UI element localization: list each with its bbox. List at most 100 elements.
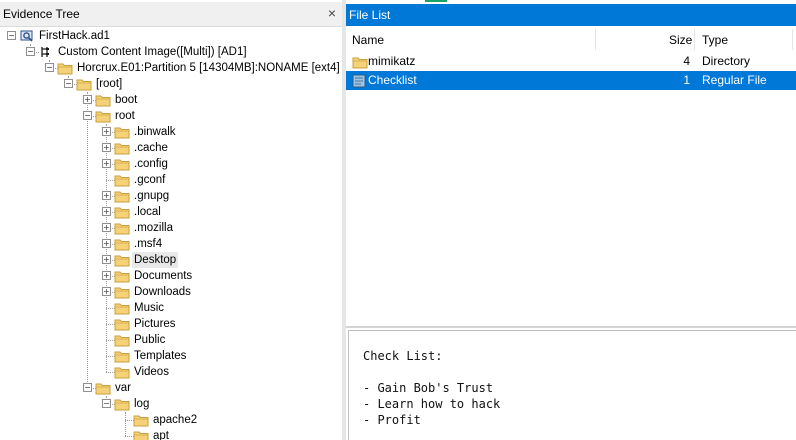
tree-node[interactable]: Pictures bbox=[0, 316, 342, 332]
tree-node-label: FirstHack.ad1 bbox=[39, 30, 110, 42]
expand-toggle-icon[interactable]: + bbox=[102, 143, 111, 152]
expand-toggle-icon[interactable]: + bbox=[83, 95, 92, 104]
disk-image-icon bbox=[41, 47, 49, 57]
column-header-type[interactable]: Type bbox=[702, 33, 728, 47]
folder-icon bbox=[133, 431, 149, 440]
tree-node-label: Downloads bbox=[134, 286, 191, 298]
folder-icon bbox=[114, 239, 130, 251]
folder-icon bbox=[114, 175, 130, 187]
tree-node[interactable]: + .binwalk bbox=[0, 124, 342, 140]
folder-icon bbox=[114, 207, 130, 219]
tree-node[interactable]: + .msf4 bbox=[0, 236, 342, 252]
tree-node[interactable]: − Custom Content Image([Multi]) [AD1] bbox=[0, 44, 342, 60]
tree-node[interactable]: − log bbox=[0, 396, 342, 412]
tree-node[interactable]: + Desktop bbox=[0, 252, 342, 268]
tree-node[interactable]: Templates bbox=[0, 348, 342, 364]
tree-node[interactable]: − [root] bbox=[0, 76, 342, 92]
collapse-toggle-icon[interactable]: − bbox=[83, 111, 92, 120]
file-size: 1 bbox=[683, 73, 690, 87]
folder-icon bbox=[114, 319, 130, 331]
folder-icon bbox=[114, 271, 130, 283]
tree-node-label: Custom Content Image([Multi]) [AD1] bbox=[58, 46, 247, 58]
folder-icon bbox=[114, 367, 130, 379]
column-divider[interactable] bbox=[792, 29, 793, 50]
column-divider[interactable] bbox=[595, 29, 596, 50]
evidence-tree-header: Evidence Tree × bbox=[0, 2, 342, 27]
tree-node-label: apt bbox=[153, 430, 169, 440]
tree-node[interactable]: .gconf bbox=[0, 172, 342, 188]
close-icon[interactable]: × bbox=[328, 5, 336, 21]
tree-node[interactable]: + Downloads bbox=[0, 284, 342, 300]
tree-node-label: .cache bbox=[134, 142, 168, 154]
collapse-toggle-icon[interactable]: − bbox=[64, 79, 73, 88]
evidence-tree-title: Evidence Tree bbox=[3, 7, 80, 21]
tree-node[interactable]: − var bbox=[0, 380, 342, 396]
evidence-tree: − FirstHack.ad1− Custom Content Image([Mul… bbox=[0, 28, 342, 440]
tree-node-label: Desktop bbox=[132, 252, 179, 268]
column-header-size[interactable]: Size bbox=[669, 33, 692, 47]
folder-icon bbox=[114, 143, 130, 155]
tree-node-label: Videos bbox=[134, 366, 169, 378]
tree-node[interactable]: Public bbox=[0, 332, 342, 348]
file-icon bbox=[352, 74, 366, 91]
collapse-toggle-icon[interactable]: − bbox=[102, 399, 111, 408]
expand-toggle-icon[interactable]: + bbox=[102, 127, 111, 136]
folder-icon bbox=[133, 415, 149, 427]
collapse-toggle-icon[interactable]: − bbox=[7, 31, 16, 40]
tree-node-label: [root] bbox=[96, 78, 123, 90]
expand-toggle-icon[interactable]: + bbox=[102, 223, 111, 232]
tree-node-label: .local bbox=[134, 206, 161, 218]
folder-icon bbox=[352, 55, 368, 72]
folder-icon bbox=[352, 57, 368, 69]
tree-node[interactable]: + .cache bbox=[0, 140, 342, 156]
column-header-name[interactable]: Name bbox=[352, 33, 384, 47]
file-list-row[interactable]: Checklist 1 Regular File bbox=[346, 71, 796, 90]
tree-node-label: Music bbox=[134, 302, 165, 314]
tree-node-label: log bbox=[134, 398, 150, 410]
folder-icon bbox=[95, 95, 111, 107]
tree-node-label: Pictures bbox=[134, 318, 176, 330]
folder-icon bbox=[76, 79, 92, 91]
expand-toggle-icon[interactable]: + bbox=[102, 255, 111, 264]
folder-icon bbox=[95, 383, 111, 395]
tree-node[interactable]: apache2 bbox=[0, 412, 342, 428]
tree-node[interactable]: Videos bbox=[0, 364, 342, 380]
expand-toggle-icon[interactable]: + bbox=[102, 207, 111, 216]
tree-node-label: .binwalk bbox=[134, 126, 176, 138]
expand-toggle-icon[interactable]: + bbox=[102, 191, 111, 200]
tree-node-label: Documents bbox=[134, 270, 193, 282]
tree-node[interactable]: + .local bbox=[0, 204, 342, 220]
collapse-toggle-icon[interactable]: − bbox=[26, 47, 35, 56]
file-list-header: File List bbox=[346, 4, 796, 26]
tree-node[interactable]: + Documents bbox=[0, 268, 342, 284]
folder-icon bbox=[57, 63, 73, 75]
folder-icon bbox=[114, 287, 130, 299]
tree-node-label: .msf4 bbox=[134, 238, 163, 250]
folder-icon bbox=[114, 351, 130, 363]
tree-node[interactable]: + .gnupg bbox=[0, 188, 342, 204]
tree-node[interactable]: + boot bbox=[0, 92, 342, 108]
tree-node[interactable]: + .config bbox=[0, 156, 342, 172]
tree-node[interactable]: apt bbox=[0, 428, 342, 440]
tree-node[interactable]: − FirstHack.ad1 bbox=[0, 28, 342, 44]
expand-toggle-icon[interactable]: + bbox=[102, 271, 111, 280]
file-preview-content: Check List: - Gain Bob's Trust - Learn how… bbox=[348, 330, 796, 440]
expand-toggle-icon[interactable]: + bbox=[102, 239, 111, 248]
file-name: mimikatz bbox=[368, 54, 416, 68]
preview-text-line: - Profit bbox=[363, 413, 421, 427]
collapse-toggle-icon[interactable]: − bbox=[45, 63, 54, 72]
file-icon bbox=[352, 74, 366, 88]
folder-icon bbox=[114, 127, 130, 139]
tree-node[interactable]: + .mozilla bbox=[0, 220, 342, 236]
expand-toggle-icon[interactable]: + bbox=[102, 159, 111, 168]
file-list-pane: File List Name Size Type mimikatz 4 Direct… bbox=[346, 0, 796, 440]
collapse-toggle-icon[interactable]: − bbox=[83, 383, 92, 392]
file-list-row[interactable]: mimikatz 4 Directory bbox=[346, 52, 796, 71]
tree-node[interactable]: − root bbox=[0, 108, 342, 124]
tree-node[interactable]: − Horcrux.E01:Partition 5 [14304MB]:NONAM… bbox=[0, 60, 342, 76]
folder-icon bbox=[114, 399, 130, 411]
expand-toggle-icon[interactable]: + bbox=[102, 287, 111, 296]
tree-node[interactable]: Music bbox=[0, 300, 342, 316]
folder-icon bbox=[114, 191, 130, 203]
column-divider[interactable] bbox=[694, 29, 695, 50]
